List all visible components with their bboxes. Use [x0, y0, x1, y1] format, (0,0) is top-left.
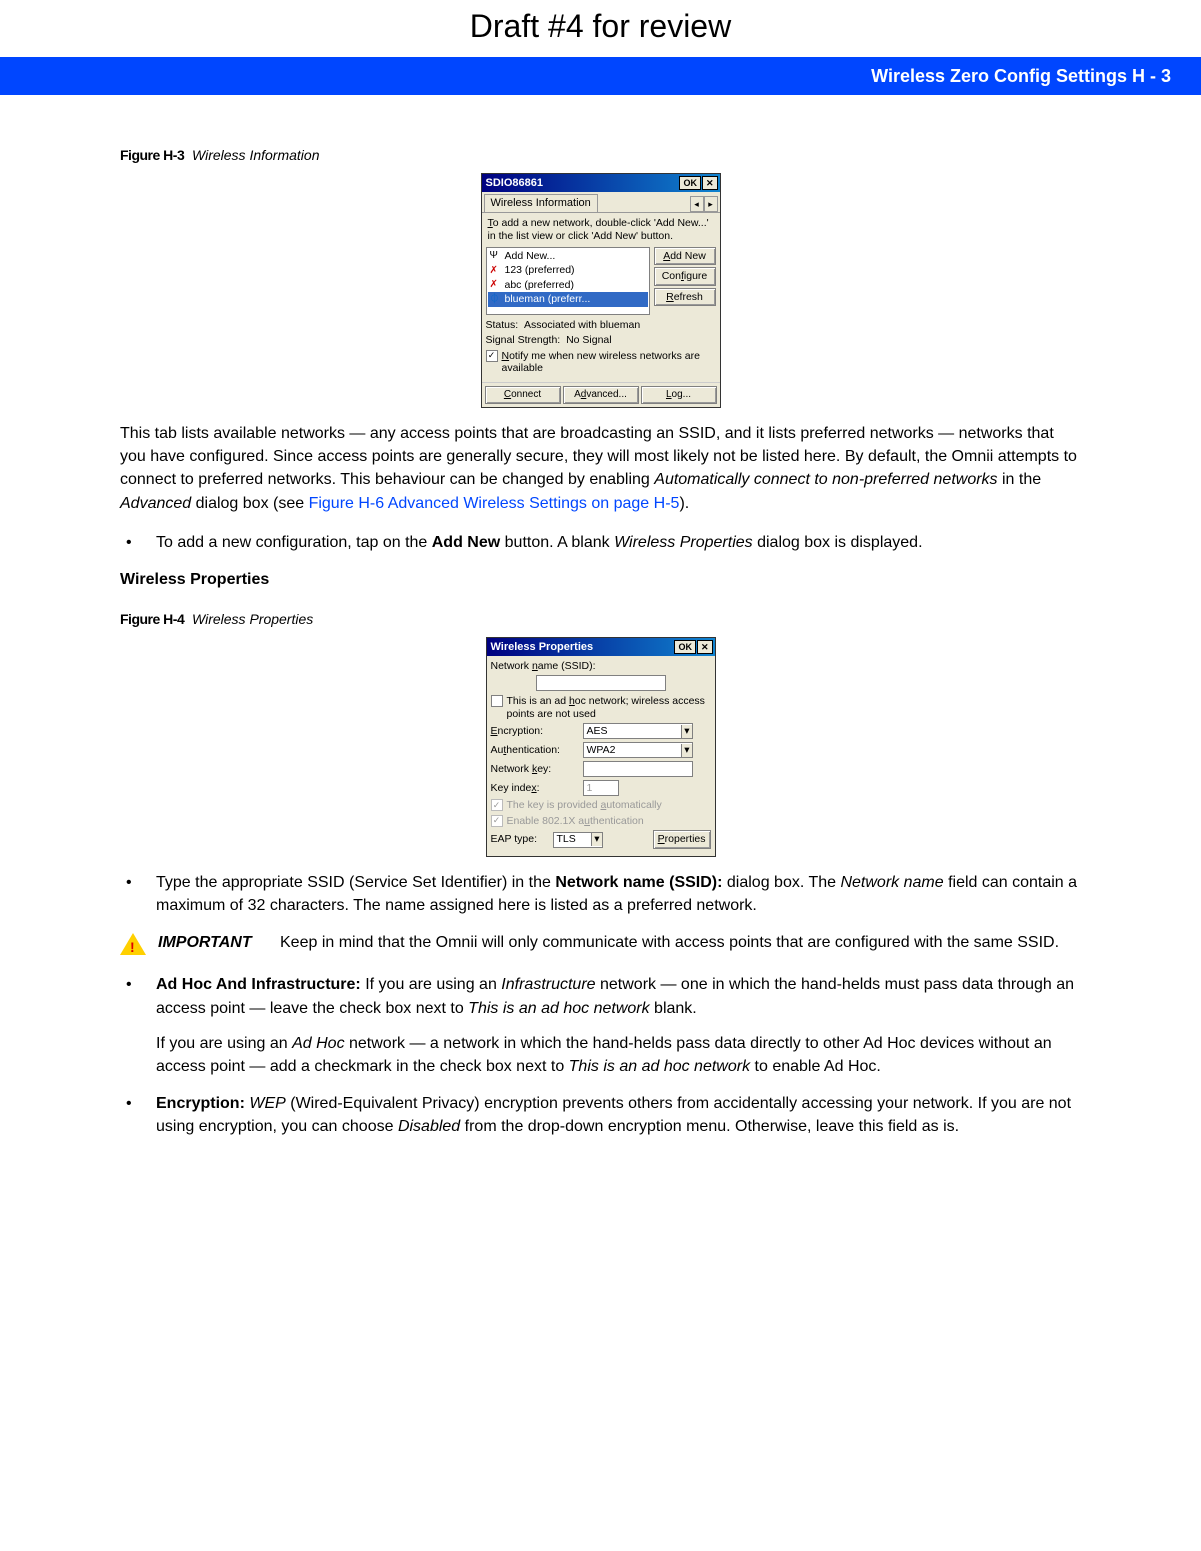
- window-titlebar: SDIO86861 OK: [482, 174, 720, 192]
- figure-h3-label: Figure H-3 Wireless Information: [120, 145, 1081, 165]
- cross-ref-link[interactable]: Figure H-6 Advanced Wireless Settings on…: [309, 495, 680, 512]
- list-item-selected[interactable]: blueman (preferr...: [488, 292, 648, 307]
- page-content: Figure H-3 Wireless Information SDIO8686…: [0, 145, 1201, 1193]
- connect-button[interactable]: Connect: [485, 386, 561, 404]
- encryption-select[interactable]: AES: [583, 723, 693, 739]
- ssid-label: Network name (SSID):: [491, 660, 711, 673]
- intro-paragraph: This tab lists available networks — any …: [120, 422, 1081, 515]
- authentication-label: Authentication:: [491, 744, 579, 757]
- encryption-label: Encryption:: [491, 725, 579, 738]
- status-value: Associated with blueman: [524, 319, 640, 331]
- bullet-adhoc: Ad Hoc And Infrastructure: If you are us…: [120, 973, 1081, 1078]
- enable-8021x-checkbox: [491, 815, 503, 827]
- bullet-encryption: Encryption: WEP (Wired-Equivalent Privac…: [120, 1092, 1081, 1138]
- eap-type-select[interactable]: TLS: [553, 832, 603, 848]
- wireless-properties-heading: Wireless Properties: [120, 568, 1081, 591]
- list-item[interactable]: abc (preferred): [488, 278, 648, 293]
- advanced-button[interactable]: Advanced...: [563, 386, 639, 404]
- ok-button[interactable]: OK: [674, 640, 696, 654]
- figure-h4-title: Wireless Properties: [192, 611, 313, 627]
- window-titlebar: Wireless Properties OK: [487, 638, 715, 656]
- properties-button[interactable]: Properties: [653, 830, 711, 849]
- important-callout: IMPORTANT Keep in mind that the Omnii wi…: [120, 931, 1081, 955]
- figure-h4-number: Figure H-4: [120, 611, 184, 627]
- network-icon: [490, 265, 502, 277]
- key-index-input[interactable]: 1: [583, 780, 619, 796]
- ok-button[interactable]: OK: [679, 176, 701, 190]
- eap-type-label: EAP type:: [491, 833, 549, 846]
- important-label: IMPORTANT: [158, 931, 268, 954]
- header-bar-text: Wireless Zero Config Settings H - 3: [871, 66, 1171, 87]
- warning-icon: [120, 933, 146, 955]
- antenna-icon: [490, 250, 502, 262]
- configure-button[interactable]: Configure: [654, 267, 716, 286]
- notify-label: Notify me when new wireless networks are…: [502, 350, 716, 375]
- figure-h3-number: Figure H-3: [120, 147, 184, 163]
- tab-scroll-left-icon[interactable]: ◂: [690, 196, 704, 212]
- tab-wireless-info[interactable]: Wireless Information: [484, 194, 598, 212]
- close-icon[interactable]: [697, 640, 713, 654]
- autokey-checkbox: [491, 799, 503, 811]
- draft-header: Draft #4 for review: [0, 0, 1201, 49]
- signal-value: No Signal: [566, 334, 612, 346]
- wireless-info-window: SDIO86861 OK Wireless Information ◂ ▸ To…: [481, 173, 721, 408]
- add-new-button[interactable]: Add New: [654, 247, 716, 266]
- network-key-label: Network key:: [491, 763, 579, 776]
- network-icon: [490, 279, 502, 291]
- key-index-label: Key index:: [491, 782, 579, 795]
- status-label: Status:: [486, 319, 519, 331]
- enable-8021x-label: Enable 802.1X authentication: [507, 815, 644, 828]
- ssid-input[interactable]: [536, 675, 666, 691]
- figure-h4-label: Figure H-4 Wireless Properties: [120, 609, 1081, 629]
- figure-h3-title: Wireless Information: [192, 147, 319, 163]
- network-key-input[interactable]: [583, 761, 693, 777]
- list-item-addnew[interactable]: Add New...: [488, 249, 648, 264]
- refresh-button[interactable]: Refresh: [654, 288, 716, 307]
- network-list[interactable]: Add New... 123 (preferred) abc (preferre…: [486, 247, 650, 315]
- adhoc-checkbox[interactable]: [491, 695, 503, 707]
- wireless-properties-window: Wireless Properties OK Network name (SSI…: [486, 637, 716, 857]
- list-item[interactable]: 123 (preferred): [488, 263, 648, 278]
- bullet-add-new: To add a new configuration, tap on the A…: [120, 531, 1081, 554]
- signal-row: Signal Strength: No Signal: [486, 334, 716, 347]
- tab-scroll-right-icon[interactable]: ▸: [704, 196, 718, 212]
- close-icon[interactable]: [702, 176, 718, 190]
- signal-label: Signal Strength:: [486, 334, 561, 346]
- window-title: SDIO86861: [486, 177, 680, 190]
- notify-checkbox[interactable]: [486, 350, 498, 362]
- window-title: Wireless Properties: [491, 641, 675, 654]
- autokey-label: The key is provided automatically: [507, 799, 662, 812]
- status-row: Status: Associated with blueman: [486, 319, 716, 332]
- bullet-ssid: Type the appropriate SSID (Service Set I…: [120, 871, 1081, 917]
- important-text: Keep in mind that the Omnii will only co…: [280, 931, 1081, 954]
- adhoc-label: This is an ad hoc network; wireless acce…: [507, 695, 711, 720]
- authentication-select[interactable]: WPA2: [583, 742, 693, 758]
- network-icon: [490, 294, 502, 306]
- header-bar: Wireless Zero Config Settings H - 3: [0, 57, 1201, 95]
- hint-text: To add a new network, double-click 'Add …: [486, 217, 716, 242]
- log-button[interactable]: Log...: [641, 386, 717, 404]
